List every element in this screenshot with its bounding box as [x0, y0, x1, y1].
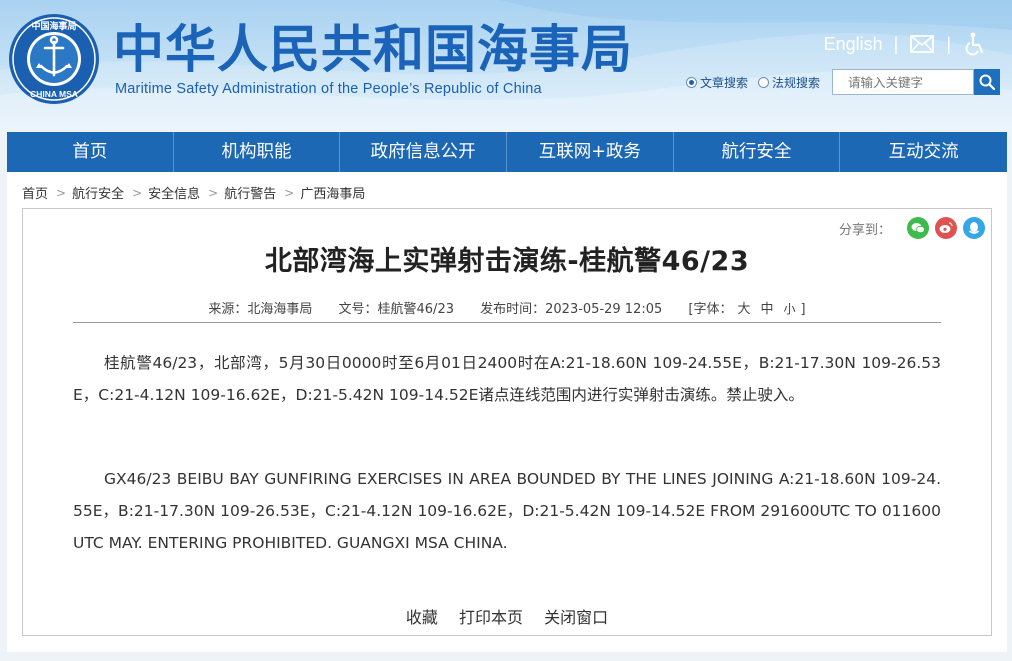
search-input[interactable]: [832, 69, 975, 95]
divider: [73, 322, 941, 323]
article-meta: 来源：北海海事局 文号：桂航警46/23 发布时间：2023-05-29 12:…: [23, 298, 991, 317]
article-title: 北部湾海上实弹射击演练-桂航警46/23: [264, 246, 750, 277]
radio-dot: [758, 76, 770, 88]
accessibility-icon[interactable]: [962, 31, 988, 57]
search-icon: [979, 74, 996, 90]
article-box: 分享到： 北部湾海上实弹射击演练-桂航警46/23 来源：北海海事局 文号：桂航…: [22, 208, 992, 636]
favorite-button[interactable]: 收藏: [406, 608, 438, 627]
chevron-right-icon: >: [132, 185, 143, 200]
radio-article-search[interactable]: 文章搜索: [686, 74, 748, 91]
breadcrumb: 首页 > 航行安全 > 安全信息 > 航行警告 > 广西海事局: [22, 183, 365, 203]
english-link[interactable]: English: [824, 34, 883, 55]
nav-item-nav-safety[interactable]: 航行安全: [674, 132, 841, 172]
radio-article-label: 文章搜索: [700, 75, 749, 90]
font-size-small[interactable]: 小: [784, 302, 796, 316]
search-button[interactable]: [974, 69, 1001, 95]
article-actions: 收藏 打印本页 关闭窗口: [23, 604, 991, 628]
nav-item-interaction[interactable]: 互动交流: [840, 132, 1007, 172]
article-source: 来源：北海海事局: [208, 302, 313, 317]
china-msa-logo[interactable]: 中国海事局 CHINA MSA: [8, 13, 100, 105]
separator: |: [946, 33, 951, 54]
article-body: 桂航警46/23，北部湾，5月30日0000时至6月01日2400时在A:21-…: [73, 347, 941, 559]
site-title-cn: 中华人民共和国海事局: [113, 21, 634, 80]
logo-text-top: 中国海事局: [31, 20, 76, 32]
chevron-right-icon: >: [56, 185, 67, 200]
close-window-button[interactable]: 关闭窗口: [544, 608, 608, 627]
nav-item-home[interactable]: 首页: [7, 132, 174, 172]
breadcrumb-nav-safety[interactable]: 航行安全: [72, 183, 124, 202]
nav-item-functions[interactable]: 机构职能: [174, 132, 341, 172]
separator: |: [893, 33, 899, 54]
radio-regulation-search[interactable]: 法规搜索: [758, 74, 820, 91]
main-content: 首页 > 航行安全 > 安全信息 > 航行警告 > 广西海事局 分享到： 北部湾…: [7, 172, 1007, 652]
breadcrumb-guangxi-msa[interactable]: 广西海事局: [300, 183, 365, 202]
radio-dot-checked: [686, 76, 697, 88]
weibo-icon[interactable]: [935, 217, 957, 239]
article-paragraph-cn: 桂航警46/23，北部湾，5月30日0000时至6月01日2400时在A:21-…: [73, 354, 941, 404]
font-size-label: [字体：: [688, 302, 733, 317]
print-button[interactable]: 打印本页: [459, 608, 523, 627]
nav-item-gov-info[interactable]: 政府信息公开: [340, 132, 507, 172]
font-size-medium[interactable]: 中: [761, 302, 774, 317]
font-size-close: ]: [800, 302, 806, 317]
article-doc-number: 文号：桂航警46/23: [338, 302, 454, 317]
qq-icon[interactable]: [963, 217, 985, 239]
breadcrumb-home[interactable]: 首页: [22, 183, 48, 202]
breadcrumb-nav-warnings[interactable]: 航行警告: [224, 183, 276, 202]
main-nav: 首页 机构职能 政府信息公开 互联网+政务 航行安全 互动交流: [7, 132, 1007, 172]
page-bottom: [0, 652, 1012, 661]
site-header: 中国海事局 CHINA MSA 中华人民共和国海事局 Maritime Safe…: [0, 0, 1012, 130]
wechat-icon[interactable]: [907, 217, 929, 239]
search-bar: 文章搜索 法规搜索: [686, 69, 1001, 95]
radio-regulation-label: 法规搜索: [772, 75, 821, 90]
breadcrumb-safety-info[interactable]: 安全信息: [148, 183, 200, 202]
chevron-right-icon: >: [284, 185, 295, 200]
share-label: 分享到：: [838, 222, 891, 238]
font-size-large[interactable]: 大: [738, 302, 751, 317]
logo-text-bottom: CHINA MSA: [30, 89, 78, 99]
chevron-right-icon: >: [208, 185, 219, 200]
top-links: English | |: [824, 30, 988, 58]
site-title-en: Maritime Safety Administration of the Pe…: [115, 81, 542, 97]
article-publish-time: 发布时间：2023-05-29 12:05: [480, 302, 663, 317]
share-bar: 分享到：: [839, 217, 985, 239]
mail-icon[interactable]: [909, 31, 935, 57]
article-paragraph-en: GX46/23 BEIBU BAY GUNFIRING EXERCISES IN…: [73, 470, 941, 552]
nav-item-internet-gov[interactable]: 互联网+政务: [507, 132, 674, 172]
